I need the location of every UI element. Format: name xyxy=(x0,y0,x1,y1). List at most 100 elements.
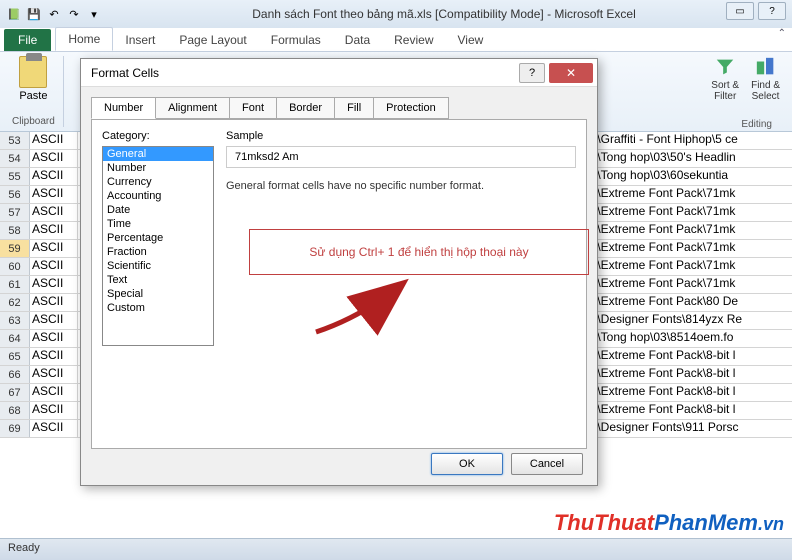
row-header[interactable]: 69 xyxy=(0,420,30,437)
cancel-button[interactable]: Cancel xyxy=(511,453,583,475)
tab-formulas[interactable]: Formulas xyxy=(259,29,333,51)
category-option[interactable]: Accounting xyxy=(103,189,213,203)
minimize-ribbon-icon[interactable]: ▭ xyxy=(726,2,754,20)
cell[interactable]: ASCII xyxy=(30,312,78,329)
dialog-close-button[interactable]: ✕ xyxy=(549,63,593,83)
cell[interactable]: I\Extreme Font Pack\80 De xyxy=(592,294,792,308)
category-option[interactable]: Custom xyxy=(103,301,213,315)
cell[interactable]: I\Extreme Font Pack\71mk xyxy=(592,276,792,290)
category-option[interactable]: Date xyxy=(103,203,213,217)
save-icon[interactable]: 💾 xyxy=(26,6,42,22)
row-header[interactable]: 58 xyxy=(0,222,30,239)
dialog-tab-border[interactable]: Border xyxy=(276,97,335,119)
file-tab[interactable]: File xyxy=(4,29,51,51)
cell[interactable]: I\Graffiti - Font Hiphop\5 ce xyxy=(592,132,792,146)
cell[interactable]: ASCII xyxy=(30,402,78,419)
cell[interactable]: I\Extreme Font Pack\71mk xyxy=(592,222,792,236)
cell[interactable]: I\Extreme Font Pack\8-bit l xyxy=(592,402,792,416)
dialog-help-button[interactable]: ? xyxy=(519,63,545,83)
dialog-tab-number[interactable]: Number xyxy=(91,97,156,119)
qat-dropdown-icon[interactable]: ▾ xyxy=(86,6,102,22)
ok-button[interactable]: OK xyxy=(431,453,503,475)
annotation-note-text: Sử dụng Ctrl+ 1 để hiển thị hộp thoại nà… xyxy=(309,245,528,259)
category-option[interactable]: Text xyxy=(103,273,213,287)
tab-data[interactable]: Data xyxy=(333,29,382,51)
cell[interactable]: I\Extreme Font Pack\8-bit l xyxy=(592,384,792,398)
cell[interactable]: I\Extreme Font Pack\71mk xyxy=(592,186,792,200)
help-icon[interactable]: ? xyxy=(758,2,786,20)
category-option[interactable]: Special xyxy=(103,287,213,301)
row-header[interactable]: 60 xyxy=(0,258,30,275)
cell[interactable]: I\Extreme Font Pack\8-bit l xyxy=(592,348,792,362)
cell[interactable]: ASCII xyxy=(30,132,78,149)
redo-icon[interactable]: ↷ xyxy=(66,6,82,22)
row-header[interactable]: 61 xyxy=(0,276,30,293)
dialog-tab-fill[interactable]: Fill xyxy=(334,97,374,119)
quick-access-toolbar: 📗 💾 ↶ ↷ ▾ xyxy=(6,6,102,22)
paste-button[interactable]: Paste xyxy=(12,56,55,102)
cell[interactable]: I\Tong hop\03\8514oem.fo xyxy=(592,330,792,344)
annotation-arrow-icon xyxy=(301,277,421,347)
find-select-button[interactable]: Find & Select xyxy=(751,56,780,127)
row-header[interactable]: 66 xyxy=(0,366,30,383)
row-header[interactable]: 54 xyxy=(0,150,30,167)
undo-icon[interactable]: ↶ xyxy=(46,6,62,22)
window-titlebar: 📗 💾 ↶ ↷ ▾ Danh sách Font theo bảng mã.xl… xyxy=(0,0,792,28)
cell[interactable]: I\Designer Fonts\911 Porsc xyxy=(592,420,792,434)
cell[interactable]: ASCII xyxy=(30,186,78,203)
row-header[interactable]: 57 xyxy=(0,204,30,221)
cell[interactable]: I\Tong hop\03\50's Headlin xyxy=(592,150,792,164)
tab-home[interactable]: Home xyxy=(55,27,113,51)
dialog-tab-font[interactable]: Font xyxy=(229,97,277,119)
format-description: General format cells have no specific nu… xyxy=(226,180,576,192)
row-header[interactable]: 56 xyxy=(0,186,30,203)
tab-view[interactable]: View xyxy=(446,29,496,51)
cell[interactable]: ASCII xyxy=(30,222,78,239)
cell[interactable]: ASCII xyxy=(30,276,78,293)
dialog-tab-protection[interactable]: Protection xyxy=(373,97,449,119)
tab-page-layout[interactable]: Page Layout xyxy=(167,29,258,51)
row-header[interactable]: 67 xyxy=(0,384,30,401)
row-header[interactable]: 55 xyxy=(0,168,30,185)
cell[interactable]: I\Extreme Font Pack\8-bit l xyxy=(592,366,792,380)
cell[interactable]: ASCII xyxy=(30,420,78,437)
dialog-titlebar[interactable]: Format Cells ? ✕ xyxy=(81,59,597,87)
sort-filter-button[interactable]: Sort & Filter xyxy=(711,56,739,127)
category-option[interactable]: General xyxy=(103,147,213,161)
category-option[interactable]: Currency xyxy=(103,175,213,189)
cell[interactable]: ASCII xyxy=(30,348,78,365)
cell[interactable]: I\Extreme Font Pack\71mk xyxy=(592,204,792,218)
category-option[interactable]: Time xyxy=(103,217,213,231)
category-option[interactable]: Fraction xyxy=(103,245,213,259)
dialog-title: Format Cells xyxy=(91,66,159,80)
row-header[interactable]: 62 xyxy=(0,294,30,311)
cell[interactable]: ASCII xyxy=(30,240,78,257)
cell[interactable]: ASCII xyxy=(30,150,78,167)
category-option[interactable]: Number xyxy=(103,161,213,175)
row-header[interactable]: 53 xyxy=(0,132,30,149)
cell[interactable]: ASCII xyxy=(30,330,78,347)
tab-review[interactable]: Review xyxy=(382,29,445,51)
tab-insert[interactable]: Insert xyxy=(113,29,167,51)
cell[interactable]: I\Extreme Font Pack\71mk xyxy=(592,240,792,254)
cell[interactable]: ASCII xyxy=(30,204,78,221)
category-list[interactable]: GeneralNumberCurrencyAccountingDateTimeP… xyxy=(102,146,214,346)
cell[interactable]: ASCII xyxy=(30,366,78,383)
category-option[interactable]: Percentage xyxy=(103,231,213,245)
cell[interactable]: I\Extreme Font Pack\71mk xyxy=(592,258,792,272)
cell[interactable]: I\Designer Fonts\814yzx Re xyxy=(592,312,792,326)
row-header[interactable]: 63 xyxy=(0,312,30,329)
cell[interactable]: ASCII xyxy=(30,294,78,311)
row-header[interactable]: 59 xyxy=(0,240,30,257)
dialog-tab-alignment[interactable]: Alignment xyxy=(155,97,230,119)
cell[interactable]: ASCII xyxy=(30,384,78,401)
ribbon-collapse-icon[interactable]: ⌃ xyxy=(778,28,792,39)
row-header[interactable]: 64 xyxy=(0,330,30,347)
cell[interactable]: ASCII xyxy=(30,168,78,185)
cell[interactable]: I\Tong hop\03\60sekuntia xyxy=(592,168,792,182)
category-option[interactable]: Scientific xyxy=(103,259,213,273)
paste-label: Paste xyxy=(19,90,47,102)
row-header[interactable]: 65 xyxy=(0,348,30,365)
row-header[interactable]: 68 xyxy=(0,402,30,419)
cell[interactable]: ASCII xyxy=(30,258,78,275)
